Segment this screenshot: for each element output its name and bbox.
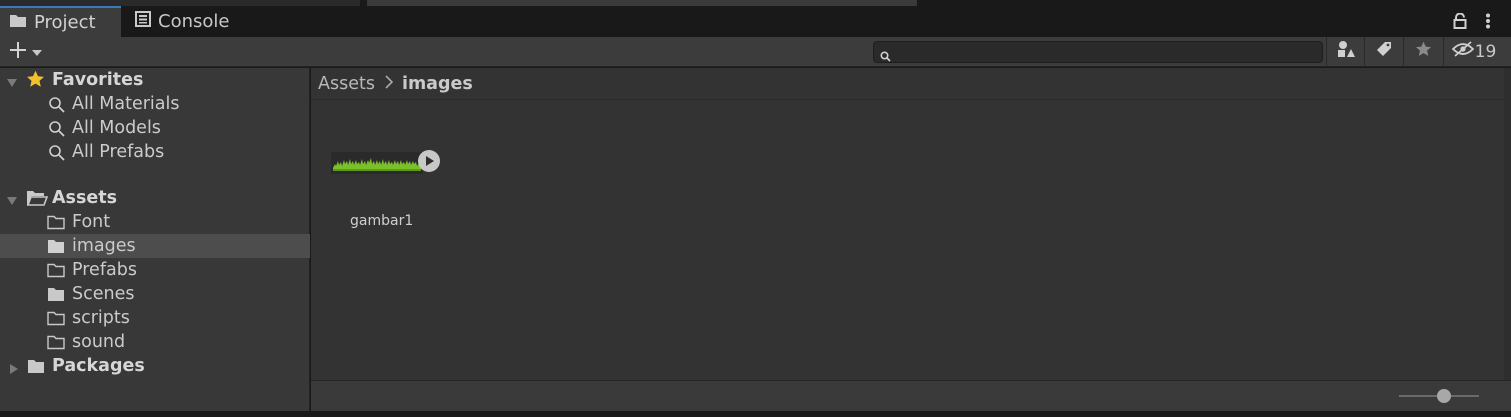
- folder-icon: [27, 359, 45, 379]
- tab-bar: Project Console: [0, 6, 1511, 37]
- shapes-icon: [1337, 40, 1355, 63]
- tree-item-label: Prefabs: [72, 260, 137, 280]
- tree-item-label: All Prefabs: [72, 142, 165, 162]
- hidden-packages-toggle[interactable]: 19: [1443, 37, 1503, 66]
- tree-item-folder-scripts[interactable]: scripts: [0, 306, 310, 330]
- window-bottom-strip: [0, 411, 1511, 417]
- asset-browser-panel: Assets images gambar1: [311, 68, 1511, 411]
- hidden-packages-count: 19: [1474, 41, 1497, 62]
- search-by-label-button[interactable]: [1364, 37, 1403, 66]
- tree-item-folder-scenes[interactable]: Scenes: [0, 282, 310, 306]
- create-button[interactable]: [8, 41, 42, 63]
- tree-item-label: images: [72, 236, 136, 256]
- tag-icon: [1376, 41, 1392, 62]
- tree-item-folder-sound[interactable]: sound: [0, 330, 310, 354]
- tree-item-folder-prefabs[interactable]: Prefabs: [0, 258, 310, 282]
- asset-name: gambar1: [350, 213, 414, 229]
- search-icon: [48, 144, 66, 167]
- tree-item-folder-font[interactable]: Font: [0, 210, 310, 234]
- folder-icon: [47, 287, 65, 307]
- tree-item-label: All Materials: [72, 94, 180, 114]
- tree-item-packages[interactable]: Packages: [0, 354, 310, 378]
- tree-item-label: Assets: [52, 188, 118, 208]
- folder-icon: [9, 12, 27, 33]
- favorite-item-all-prefabs[interactable]: All Prefabs: [0, 140, 310, 164]
- plus-icon: [8, 40, 28, 65]
- folder-outline-icon: [47, 335, 65, 355]
- folder-icon: [47, 239, 65, 259]
- collapsed-arrow-icon[interactable]: [8, 360, 20, 380]
- zoom-slider-handle[interactable]: [1437, 389, 1451, 403]
- asset-browser-footer: [311, 380, 1511, 411]
- tree-item-folder-images[interactable]: images: [0, 234, 310, 258]
- tree-item-label: scripts: [72, 308, 130, 328]
- more-options-icon[interactable]: [1485, 13, 1491, 34]
- open-folder-icon: [26, 190, 49, 211]
- expanded-arrow-icon[interactable]: [6, 192, 18, 212]
- favorite-item-all-materials[interactable]: All Materials: [0, 92, 310, 116]
- asset-thumbnail: [331, 152, 423, 174]
- breadcrumb: Assets images: [311, 68, 1504, 100]
- breadcrumb-item-current[interactable]: images: [402, 74, 473, 94]
- folder-outline-icon: [47, 263, 65, 283]
- folder-outline-icon: [47, 311, 65, 331]
- tab-console[interactable]: Console: [121, 6, 251, 37]
- star-icon: [1415, 41, 1432, 62]
- search-input[interactable]: [873, 41, 1323, 63]
- lock-icon[interactable]: [1453, 12, 1467, 34]
- tree-item-label: Favorites: [52, 70, 144, 90]
- tab-label: Project: [34, 12, 96, 33]
- tree-item-assets[interactable]: Assets: [0, 186, 310, 210]
- console-icon: [135, 11, 151, 32]
- eye-slash-icon: [1451, 41, 1474, 62]
- play-icon[interactable]: [417, 149, 441, 178]
- save-search-favorites-button[interactable]: [1403, 37, 1443, 66]
- tree-item-label: All Models: [72, 118, 161, 138]
- project-hierarchy-panel: Favorites All Materials All Models All P…: [0, 68, 310, 411]
- tab-label: Console: [158, 11, 230, 32]
- tree-item-label: Font: [72, 212, 111, 232]
- tree-item-favorites[interactable]: Favorites: [0, 68, 310, 92]
- tree-item-label: Packages: [52, 356, 145, 376]
- expanded-arrow-icon[interactable]: [6, 74, 18, 94]
- search-by-type-button[interactable]: [1326, 37, 1364, 66]
- asset-item[interactable]: gambar1: [331, 140, 451, 240]
- star-icon: [26, 70, 45, 93]
- favorite-item-all-models[interactable]: All Models: [0, 116, 310, 140]
- folder-outline-icon: [47, 215, 65, 235]
- tab-project[interactable]: Project: [0, 6, 121, 37]
- chevron-down-icon: [32, 42, 42, 62]
- tree-item-label: sound: [72, 332, 126, 352]
- breadcrumb-item-assets[interactable]: Assets: [318, 74, 375, 94]
- scrollbar[interactable]: [1504, 68, 1511, 380]
- chevron-right-icon: [385, 74, 394, 94]
- project-toolbar: 19: [0, 37, 1511, 67]
- tree-item-label: Scenes: [72, 284, 135, 304]
